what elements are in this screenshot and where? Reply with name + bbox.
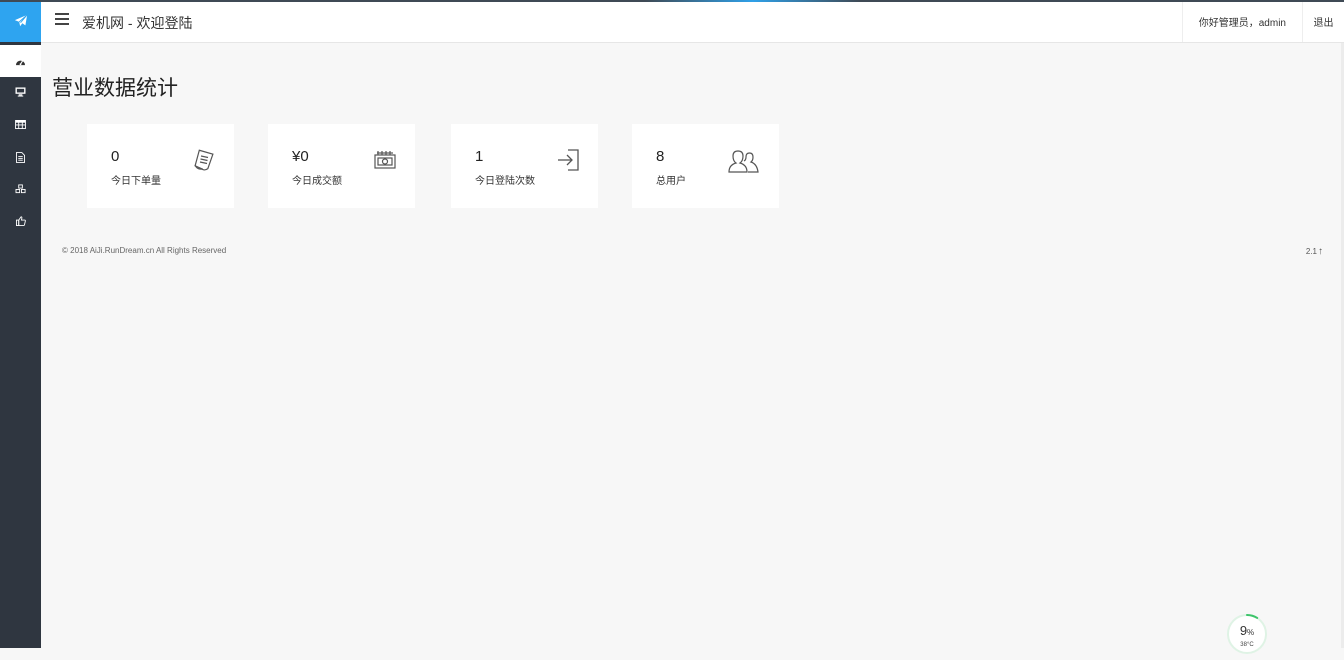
sidebar-item-thumbs-up[interactable] [0, 205, 41, 237]
hamburger-icon [55, 13, 69, 15]
sidebar-item-desktop[interactable] [0, 76, 41, 108]
cubes-icon [15, 184, 26, 194]
sidebar-item-table[interactable] [0, 108, 41, 140]
stat-label: 今日下单量 [111, 176, 161, 187]
stat-label: 今日登陆次数 [475, 176, 535, 187]
dashboard-icon [16, 59, 25, 65]
sidebar [0, 0, 41, 648]
menu-toggle-button[interactable] [55, 13, 69, 27]
user-greeting[interactable]: 你好管理员，admin [1181, 0, 1303, 42]
money-icon [374, 151, 396, 169]
stat-value: 8 [656, 148, 665, 165]
footer-copyright: © 2018 AiJi.RunDream.cn All Rights Reser… [62, 246, 227, 255]
stat-card-orders: 0 今日下单量 [87, 124, 234, 208]
sign-in-icon [558, 149, 579, 171]
sidebar-item-dashboard[interactable] [0, 45, 41, 77]
users-icon [728, 150, 759, 173]
document-icon [16, 151, 25, 163]
gauge-value: 9% [1239, 623, 1255, 638]
performance-gauge[interactable]: 9% 38°C [1226, 613, 1268, 655]
logo[interactable] [0, 0, 41, 42]
desktop-icon [15, 87, 26, 97]
version-number: 2.1 [1305, 247, 1317, 256]
top-header: 爱机网 - 欢迎登陆 你好管理员，admin 退出 [41, 0, 1344, 43]
sidebar-item-cubes[interactable] [0, 173, 41, 205]
stat-value: ¥0 [292, 148, 309, 165]
stat-card-logins: 1 今日登陆次数 [451, 124, 598, 208]
footer-version: 2.1↑ [1306, 246, 1323, 257]
top-accent-line [0, 0, 1344, 2]
stat-card-users: 8 总用户 [632, 124, 779, 208]
stat-value: 1 [475, 148, 484, 165]
stat-label: 总用户 [656, 176, 686, 187]
receipt-icon [194, 149, 214, 171]
thumbs-up-icon [15, 216, 26, 226]
sidebar-item-document[interactable] [0, 141, 41, 173]
logout-link[interactable]: 退出 [1303, 0, 1344, 42]
stat-value: 0 [111, 148, 120, 165]
gauge-subtext: 38°C [1240, 642, 1254, 648]
page-title: 营业数据统计 [52, 77, 178, 100]
table-icon [15, 119, 26, 129]
paper-plane-icon [14, 14, 27, 27]
scroll-top-arrow-icon[interactable]: ↑ [1318, 246, 1323, 257]
site-title: 爱机网 - 欢迎登陆 [82, 15, 193, 31]
stat-label: 今日成交额 [292, 176, 342, 187]
stat-card-revenue: ¥0 今日成交额 [268, 124, 415, 208]
